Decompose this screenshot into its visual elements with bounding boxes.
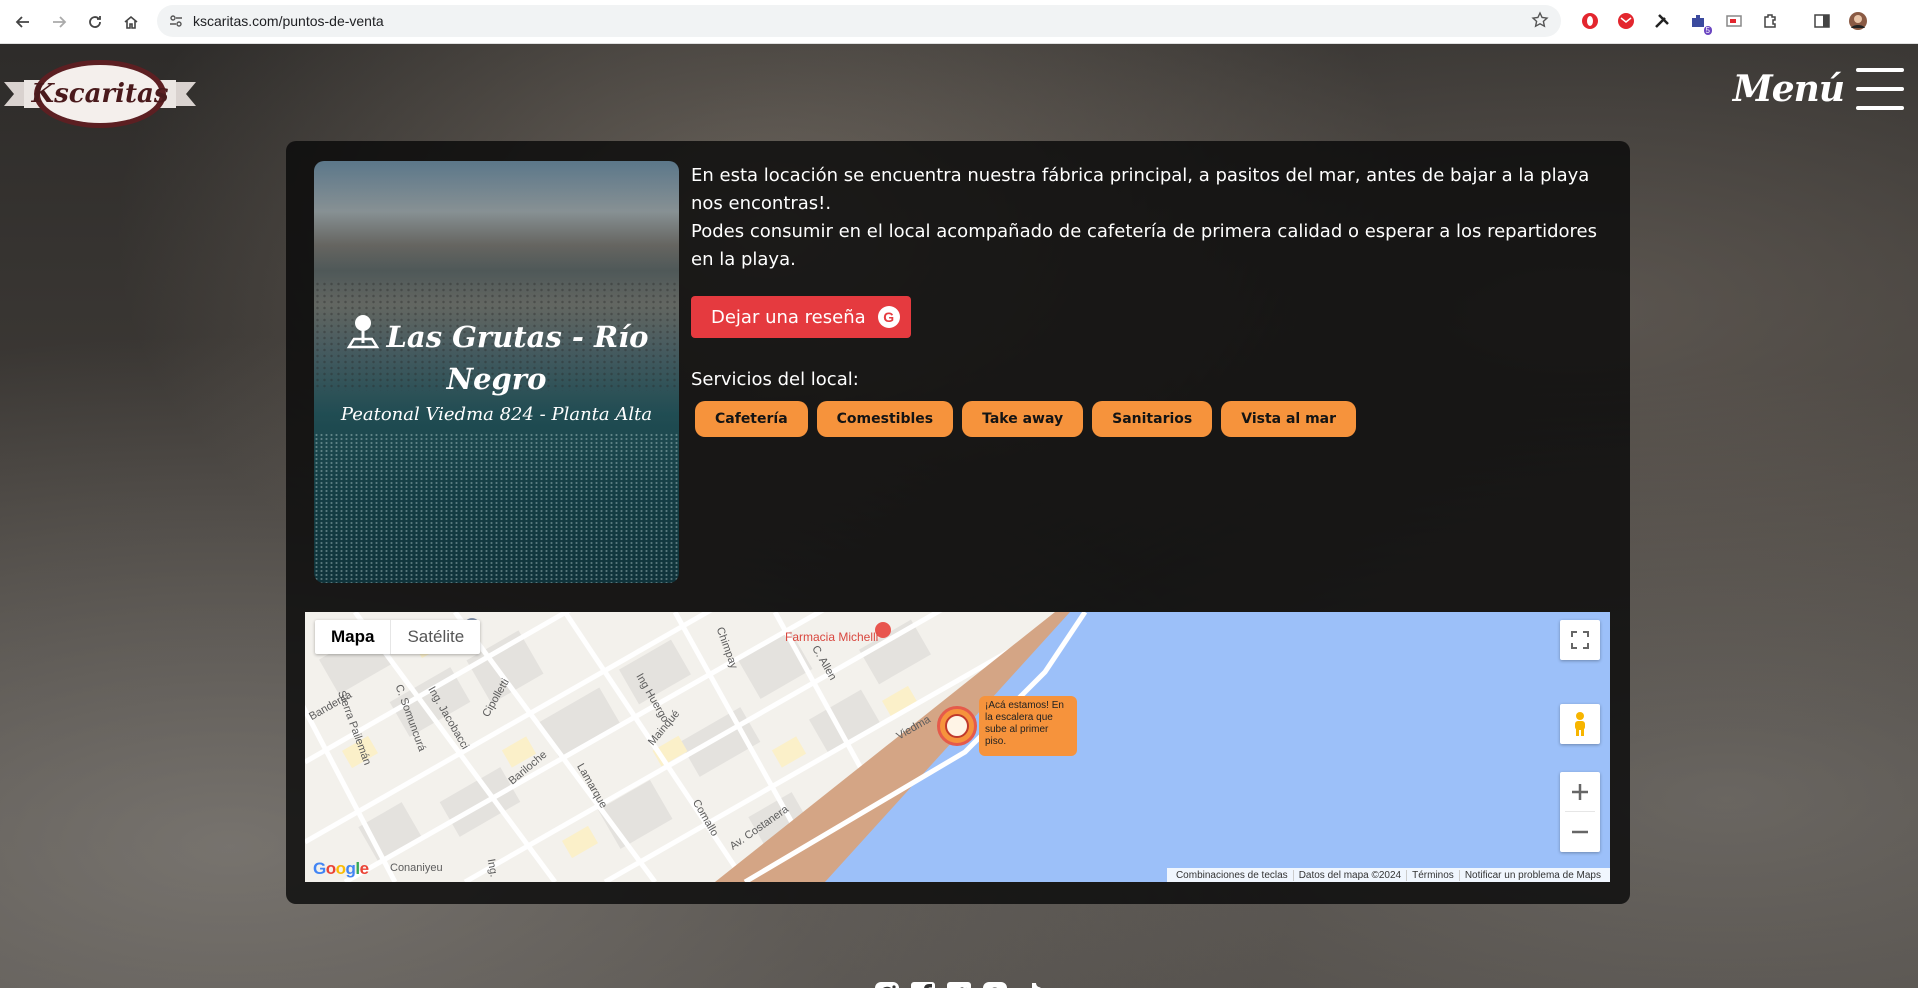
- extension-badge: 5: [1703, 26, 1712, 35]
- store-marker-logo: [945, 714, 969, 738]
- google-map[interactable]: Farmacia Michelli Sierra Pailemán Bander…: [305, 612, 1610, 882]
- location-title-text: Las Grutas - Río Negro: [386, 320, 649, 396]
- screen-extension-icon[interactable]: [1724, 11, 1744, 31]
- google-map-logo: Google: [313, 859, 369, 878]
- zoom-out-icon[interactable]: [1571, 812, 1589, 852]
- page-background: Kscaritas Menú Las Grutas - Río Negro Pe…: [0, 44, 1918, 988]
- back-icon[interactable]: [6, 5, 40, 39]
- zoom-in-icon[interactable]: [1565, 772, 1595, 812]
- puzzle-badge-extension-icon[interactable]: 5: [1688, 11, 1712, 35]
- keyboard-shortcuts-link[interactable]: Combinaciones de teclas: [1171, 869, 1294, 881]
- zoom-control: [1560, 772, 1600, 852]
- service-chip-vista-al-mar: Vista al mar: [1221, 401, 1357, 437]
- google-icon: G: [877, 306, 900, 328]
- location-hero-image: Las Grutas - Río Negro Peatonal Viedma 8…: [314, 161, 679, 583]
- map-canvas[interactable]: [305, 612, 1610, 882]
- bookmark-star-icon[interactable]: [1531, 11, 1551, 31]
- address-bar[interactable]: kscaritas.com/puntos-de-venta: [157, 5, 1561, 37]
- store-marker[interactable]: [937, 706, 977, 746]
- profile-avatar[interactable]: [1848, 11, 1868, 31]
- site-info-icon[interactable]: [161, 6, 191, 36]
- home-icon[interactable]: [114, 5, 148, 39]
- description-line-1: En esta locación se encuentra nuestra fá…: [691, 165, 1590, 214]
- logo-text: Kscaritas: [31, 79, 169, 109]
- url-text: kscaritas.com/puntos-de-venta: [193, 13, 384, 29]
- street-view-pegman-icon[interactable]: [1560, 704, 1600, 744]
- store-marker-tooltip: ¡Acá estamos! En la escalera que sube al…: [979, 696, 1077, 756]
- menu-toggle[interactable]: Menú: [1733, 68, 1904, 110]
- location-description: En esta locación se encuentra nuestra fá…: [691, 162, 1609, 274]
- browser-toolbar: kscaritas.com/puntos-de-venta 5: [0, 0, 1918, 44]
- services-label: Servicios del local:: [691, 369, 859, 390]
- map-type-map-button[interactable]: Mapa: [315, 620, 392, 654]
- forward-icon[interactable]: [42, 5, 76, 39]
- service-chip-cafeteria: Cafetería: [695, 401, 808, 437]
- description-line-2: Podes consumir en el local acompañado de…: [691, 221, 1597, 270]
- tiktok-icon[interactable]: [1016, 979, 1046, 988]
- kscaritas-logo[interactable]: Kscaritas: [4, 56, 196, 128]
- instagram-icon[interactable]: [872, 979, 902, 988]
- street-label-conaniyeu: Conaniyeu: [390, 862, 443, 874]
- poi-pharmacy-label[interactable]: Farmacia Michelli: [785, 630, 878, 644]
- threads-icon[interactable]: [980, 979, 1010, 988]
- reload-icon[interactable]: [78, 5, 112, 39]
- review-button-label: Dejar una reseña: [711, 306, 866, 328]
- fullscreen-icon[interactable]: [1560, 620, 1600, 660]
- extensions-puzzle-icon[interactable]: [1760, 11, 1780, 31]
- map-type-satellite-button[interactable]: Satélite: [391, 620, 480, 654]
- sea-texture: [314, 433, 679, 583]
- menu-label: Menú: [1732, 68, 1845, 110]
- social-links: [872, 979, 1052, 988]
- service-chip-take-away: Take away: [962, 401, 1084, 437]
- side-panel-icon[interactable]: [1812, 11, 1832, 31]
- location-card: Las Grutas - Río Negro Peatonal Viedma 8…: [286, 141, 1630, 904]
- opera-extension-icon[interactable]: [1580, 11, 1600, 31]
- mail-extension-icon[interactable]: [1616, 11, 1636, 31]
- location-title: Las Grutas - Río Negro: [314, 313, 679, 400]
- service-chip-comestibles: Comestibles: [816, 401, 954, 437]
- facebook-icon[interactable]: [908, 979, 938, 988]
- twitter-icon[interactable]: [944, 979, 974, 988]
- location-address: Peatonal Viedma 824 - Planta Alta: [340, 404, 653, 425]
- map-data-text: Datos del mapa ©2024: [1294, 869, 1408, 881]
- service-chip-sanitarios: Sanitarios: [1092, 401, 1213, 437]
- map-attribution: Combinaciones de teclas Datos del mapa ©…: [1166, 868, 1610, 882]
- terms-link[interactable]: Términos: [1407, 869, 1460, 881]
- tools-extension-icon[interactable]: [1652, 11, 1672, 31]
- report-problem-link[interactable]: Notificar un problema de Maps: [1460, 870, 1606, 881]
- leave-review-button[interactable]: Dejar una reseña G: [691, 296, 911, 338]
- map-type-control: Mapa Satélite: [315, 620, 481, 654]
- hamburger-icon: [1856, 68, 1904, 110]
- location-pin-icon: [346, 315, 379, 349]
- services-list: Cafetería Comestibles Take away Sanitari…: [695, 401, 1365, 437]
